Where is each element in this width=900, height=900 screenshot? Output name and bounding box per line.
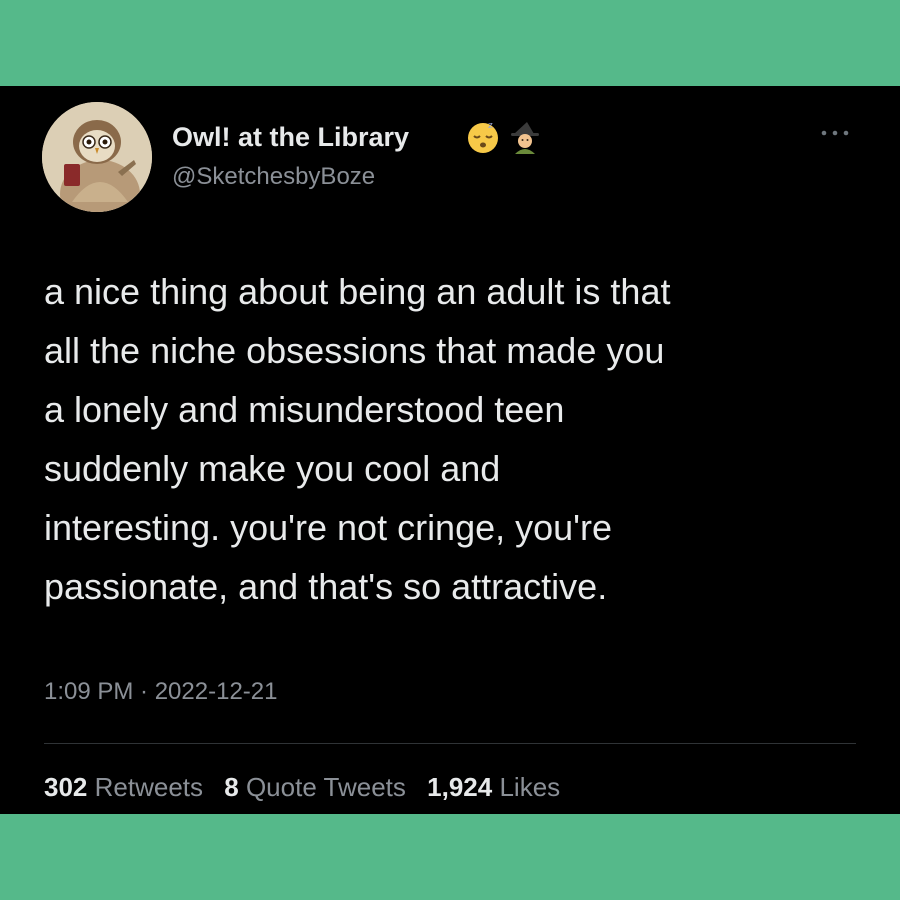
tweet-text-line: interesting. you're not cringe, you're [44,507,613,548]
tweet-stats: 302 Retweets 8 Quote Tweets 1,924 Likes [44,772,574,803]
likes-label: Likes [499,772,561,802]
retweets-label: Retweets [94,772,204,802]
tweet-text-line: a nice thing about being an adult is tha… [44,271,671,312]
tweet-text-line: suddenly make you cool and [44,448,501,489]
display-name[interactable]: Owl! at the Library [172,122,409,153]
tweet-text-line: a lonely and misunderstood teen [44,389,565,430]
divider [44,743,856,744]
owl-avatar-icon [42,102,152,212]
more-options-icon[interactable] [818,126,852,140]
retweets-stat[interactable]: 302 Retweets [44,772,203,802]
tweet-text-line: all the niche obsessions that made you [44,330,665,371]
svg-text:z: z [488,121,493,131]
quote-tweets-count: 8 [224,772,239,802]
quote-tweets-stat[interactable]: 8 Quote Tweets [224,772,406,802]
tweet-timestamp[interactable]: 1:09 PM · 2022-12-21 [44,678,277,706]
quote-tweets-label: Quote Tweets [245,772,406,802]
witch-emoji-icon [511,122,539,154]
likes-stat[interactable]: 1,924 Likes [427,772,560,802]
likes-count: 1,924 [427,772,493,802]
sleeping-face-emoji-icon: z [468,121,498,153]
user-handle[interactable]: @SketchesbyBoze [172,163,375,191]
avatar[interactable] [42,102,152,212]
tweet-card: Owl! at the Library z @SketchesbyBoze a … [0,86,900,814]
tweet-text: a nice thing about being an adult is tha… [44,262,864,616]
retweets-count: 302 [44,772,88,802]
tweet-text-line: passionate, and that's so attractive. [44,566,608,607]
